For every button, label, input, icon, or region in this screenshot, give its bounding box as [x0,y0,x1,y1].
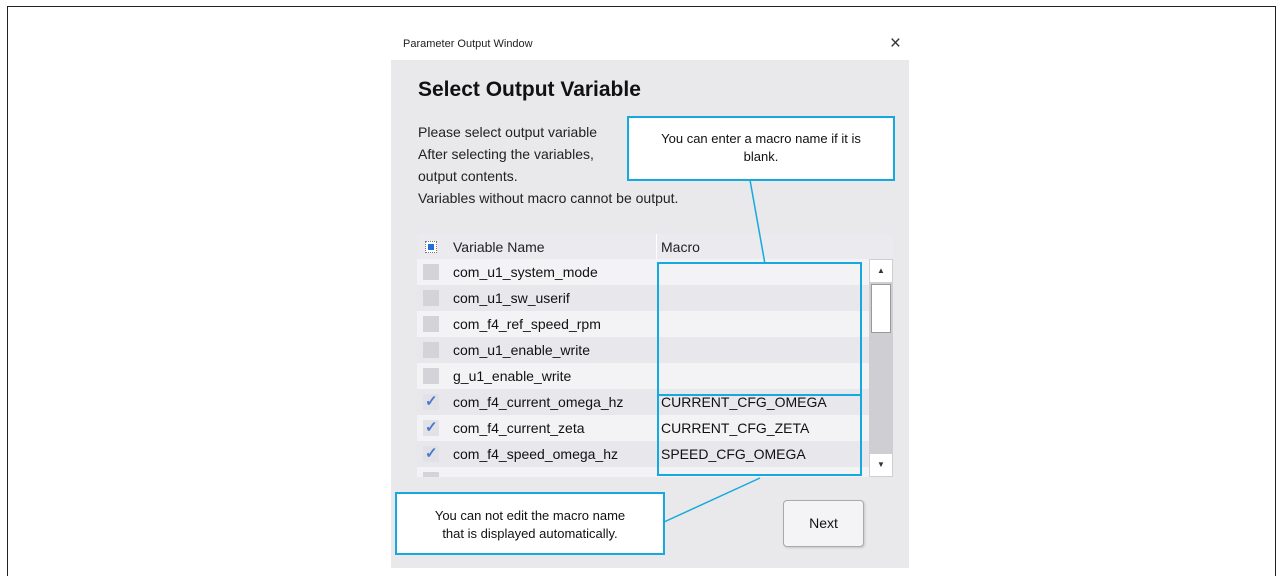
callout-line: blank. [743,149,779,164]
callout-line: You can not edit the macro name [434,508,626,523]
callout-cannot-edit-macro: You can not edit the macro name that is … [395,492,665,555]
blank-macro-highlight [657,262,862,396]
auto-macro-highlight [657,394,862,476]
callout-enter-macro: You can enter a macro name if it is blan… [627,116,895,181]
callout-line: You can enter a macro name if it is [661,131,861,146]
connector-line-bottom [663,477,761,523]
connector-line-top [749,179,766,265]
callout-line: that is displayed automatically. [442,526,618,541]
callout-connectors [663,179,766,523]
